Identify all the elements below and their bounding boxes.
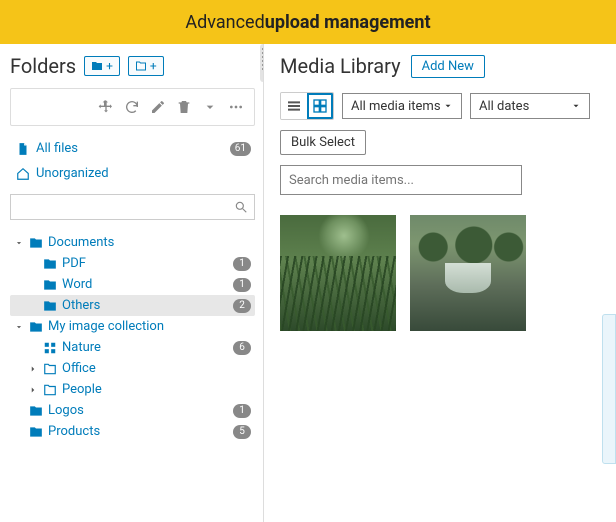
folder-tree: Documents PDF 1 Word 1 Others 2: [10, 232, 255, 442]
folder-icon: [43, 341, 57, 355]
folder-plus-icon: [91, 60, 103, 72]
tree-label: Products: [48, 424, 100, 439]
all-files-row[interactable]: All files 61: [10, 138, 255, 159]
tree-people[interactable]: People: [10, 379, 255, 400]
tree-label: Office: [62, 361, 96, 376]
folders-header: Folders + +: [10, 54, 255, 78]
tree-label: People: [62, 382, 102, 397]
folder-icon: [29, 320, 43, 334]
chevron-down-icon: [571, 101, 581, 111]
chevron-right-icon: [28, 385, 38, 395]
tree-label: My image collection: [48, 319, 164, 334]
refresh-icon[interactable]: [124, 99, 140, 115]
tree-word[interactable]: Word 1: [10, 274, 255, 295]
rename-icon[interactable]: [150, 99, 166, 115]
grid-view-button[interactable]: [307, 93, 333, 119]
filter-type-select[interactable]: All media items: [342, 93, 462, 119]
list-view-button[interactable]: [281, 93, 307, 119]
chevron-right-icon: [28, 364, 38, 374]
folder-icon: [43, 278, 57, 292]
tree-office[interactable]: Office: [10, 358, 255, 379]
chevron-down-icon: [443, 101, 453, 111]
new-subfolder-plus: +: [150, 59, 157, 73]
media-thumbnail[interactable]: [410, 215, 526, 331]
media-search[interactable]: [280, 165, 522, 195]
folder-toolbar: [10, 88, 255, 126]
count-badge: 6: [233, 341, 251, 355]
thumbnail-grid: [280, 215, 608, 331]
tree-products[interactable]: Products 5: [10, 421, 255, 442]
filters-row: All media items All dates: [280, 92, 608, 120]
more-icon[interactable]: [228, 99, 244, 115]
file-icon: [16, 142, 30, 156]
tree-label: Word: [62, 277, 92, 292]
all-files-label: All files: [36, 141, 78, 156]
chevron-down-icon: [14, 238, 24, 248]
folder-icon: [43, 383, 57, 397]
filter-date-label: All dates: [479, 99, 529, 114]
count-badge: 2: [233, 299, 251, 313]
tree-others[interactable]: Others 2: [10, 295, 255, 316]
media-header: Media Library Add New: [280, 54, 608, 78]
banner: Advanced upload management: [0, 0, 616, 44]
grid-icon: [312, 98, 328, 114]
home-icon: [16, 167, 30, 181]
tree-label: Documents: [48, 235, 114, 250]
folder-icon: [43, 362, 57, 376]
tree-label: Others: [62, 298, 100, 313]
chevron-down-icon: [14, 322, 24, 332]
tree-pdf[interactable]: PDF 1: [10, 253, 255, 274]
tree-logos[interactable]: Logos 1: [10, 400, 255, 421]
count-badge: 1: [233, 278, 251, 292]
new-folder-button[interactable]: +: [84, 56, 120, 76]
app-body: Folders + + All files 61: [0, 44, 616, 522]
banner-text-light: Advanced: [185, 12, 264, 33]
tree-label: Nature: [62, 340, 101, 355]
count-badge: 5: [233, 425, 251, 439]
media-title: Media Library: [280, 54, 401, 78]
media-search-input[interactable]: [289, 173, 513, 188]
main-panel: Media Library Add New All media items Al…: [264, 44, 616, 522]
folder-search-input[interactable]: [17, 200, 234, 215]
unorganized-row[interactable]: Unorganized: [10, 163, 255, 184]
new-subfolder-button[interactable]: +: [128, 56, 164, 76]
subfolder-plus-icon: [135, 60, 147, 72]
filter-date-select[interactable]: All dates: [470, 93, 590, 119]
all-files-count: 61: [230, 142, 251, 156]
unorganized-label: Unorganized: [36, 166, 109, 181]
count-badge: 1: [233, 404, 251, 418]
count-badge: 1: [233, 257, 251, 271]
add-new-button[interactable]: Add New: [411, 55, 485, 78]
chevron-down-icon[interactable]: [202, 99, 218, 115]
folder-icon: [43, 257, 57, 271]
tree-label: Logos: [48, 403, 84, 418]
drag-ghost: [602, 314, 616, 464]
bulk-select-button[interactable]: Bulk Select: [280, 130, 366, 155]
tree-label: PDF: [62, 256, 86, 271]
search-icon: [234, 200, 248, 214]
filter-type-label: All media items: [351, 99, 441, 114]
folders-title: Folders: [10, 54, 76, 78]
new-folder-plus: +: [106, 59, 113, 73]
tree-my-image-collection[interactable]: My image collection: [10, 316, 255, 337]
folder-search[interactable]: [10, 194, 255, 220]
banner-text-bold: upload management: [265, 12, 431, 33]
media-thumbnail[interactable]: [280, 215, 396, 331]
folder-icon: [29, 404, 43, 418]
tree-documents[interactable]: Documents: [10, 232, 255, 253]
sidebar: Folders + + All files 61: [0, 44, 264, 522]
folder-icon: [29, 425, 43, 439]
trash-icon[interactable]: [176, 99, 192, 115]
view-toggle: [280, 92, 334, 120]
folder-icon: [43, 299, 57, 313]
move-icon[interactable]: [98, 99, 114, 115]
tree-nature[interactable]: Nature 6: [10, 337, 255, 358]
folder-icon: [29, 236, 43, 250]
list-icon: [286, 98, 302, 114]
